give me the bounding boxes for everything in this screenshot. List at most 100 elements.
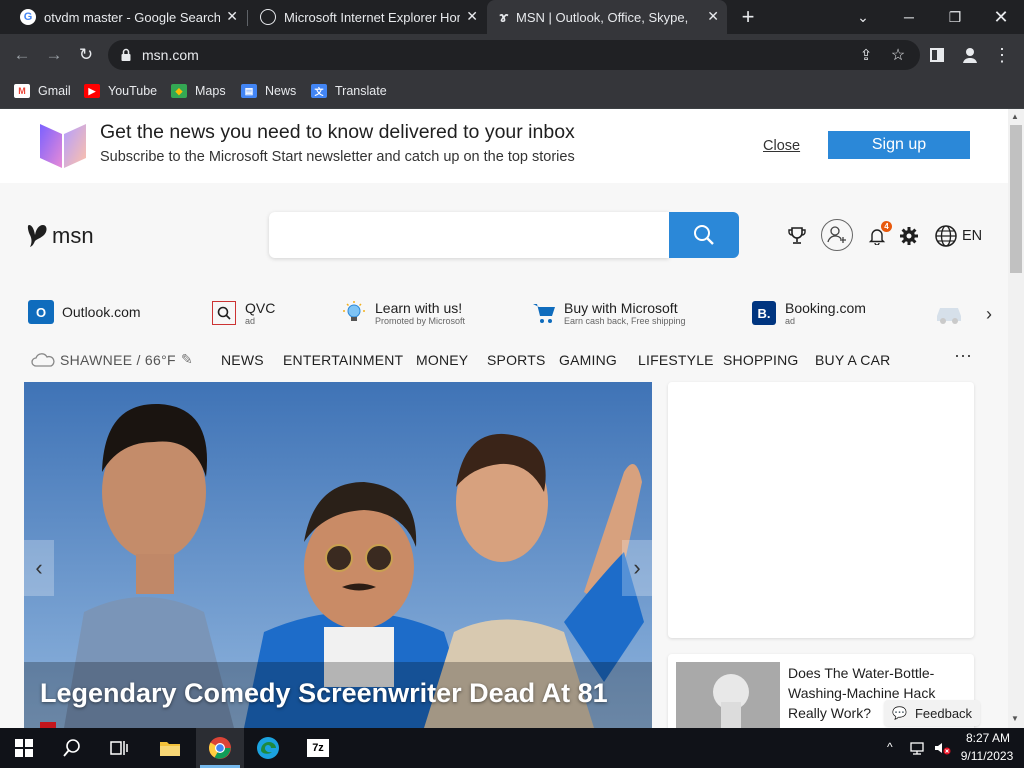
- tab-title: otvdm master - Google Search: [44, 9, 220, 25]
- tab-msn[interactable]: ɤ MSN | Outlook, Office, Skype, Bing ✕: [487, 0, 727, 34]
- share-icon[interactable]: ⇪: [852, 41, 880, 69]
- language-globe-icon[interactable]: [934, 224, 958, 248]
- file-explorer-button[interactable]: [146, 728, 194, 768]
- tab-google-search[interactable]: G otvdm master - Google Search ✕: [8, 0, 246, 34]
- nav-entertainment[interactable]: ENTERTAINMENT: [283, 352, 403, 368]
- more-dots-icon[interactable]: ···: [954, 345, 972, 366]
- ad-placeholder-card: [668, 382, 974, 638]
- 7zip-taskbar-button[interactable]: 7z: [294, 728, 342, 768]
- qvc-icon: [212, 301, 236, 325]
- quicklink-learn[interactable]: Learn with us! Promoted by Microsoft: [342, 300, 465, 326]
- edit-pencil-icon[interactable]: ✎: [181, 351, 193, 368]
- side-story-thumbnail: [676, 662, 780, 728]
- tab-title: MSN | Outlook, Office, Skype, Bing: [516, 9, 692, 25]
- quicklink-qvc[interactable]: QVC ad: [212, 300, 275, 326]
- quicklinks-next-arrow[interactable]: ›: [986, 304, 992, 325]
- settings-gear-icon[interactable]: [899, 226, 919, 246]
- feedback-button[interactable]: 💬 Feedback: [884, 700, 980, 726]
- nav-news[interactable]: NEWS: [221, 352, 264, 368]
- quicklink-text: Booking.com ad: [785, 300, 866, 326]
- youtube-icon: ▶: [84, 84, 100, 98]
- banner-subline: Subscribe to the Microsoft Start newslet…: [100, 149, 575, 165]
- banner-close-link[interactable]: Close: [763, 138, 800, 154]
- feedback-icon: 💬: [892, 706, 907, 720]
- msn-butterfly-icon: [26, 221, 50, 249]
- quicklink-buy-microsoft[interactable]: Buy with Microsoft Earn cash back, Free …: [532, 300, 686, 326]
- bookmark-star-icon[interactable]: ☆: [884, 41, 912, 69]
- gmail-icon: M: [14, 84, 30, 98]
- search-icon: [63, 739, 80, 757]
- edge-taskbar-button[interactable]: [244, 728, 292, 768]
- language-label[interactable]: EN: [962, 228, 982, 244]
- clock-time[interactable]: 8:27 AM: [958, 731, 1018, 745]
- reload-icon[interactable]: ↻: [72, 41, 100, 69]
- hero-story-card[interactable]: Legendary Comedy Screenwriter Dead At 81…: [24, 382, 652, 728]
- clock-date[interactable]: 9/11/2023: [954, 749, 1020, 763]
- lock-icon[interactable]: [120, 47, 132, 63]
- booking-icon: B.: [752, 301, 776, 325]
- bookmark-translate[interactable]: 文 Translate: [311, 82, 387, 100]
- scrollbar-thumb[interactable]: [1010, 125, 1022, 273]
- show-hidden-icons-icon[interactable]: ^: [887, 740, 893, 754]
- chrome-icon: [209, 737, 231, 759]
- task-view-button[interactable]: [96, 728, 144, 768]
- network-icon[interactable]: [910, 740, 928, 756]
- quicklink-text: Learn with us! Promoted by Microsoft: [375, 300, 465, 326]
- quicklink-booking[interactable]: B. Booking.com ad: [752, 300, 866, 326]
- quicklink-label: Buy with Microsoft: [564, 300, 678, 316]
- quicklink-sublabel: Promoted by Microsoft: [375, 316, 466, 326]
- microsoft-start-logo: [38, 118, 88, 170]
- account-icon[interactable]: [821, 219, 853, 251]
- close-tab-icon[interactable]: ✕: [226, 8, 238, 25]
- tab-search-icon[interactable]: ⌄: [840, 0, 886, 34]
- news-icon: ▤: [241, 84, 257, 98]
- nav-sports[interactable]: SPORTS: [487, 352, 546, 368]
- address-bar[interactable]: [108, 40, 920, 70]
- chrome-taskbar-button[interactable]: [196, 728, 244, 768]
- nav-buy-a-car[interactable]: BUY A CAR: [815, 352, 890, 368]
- close-tab-icon[interactable]: ✕: [707, 8, 719, 25]
- scroll-up-arrow[interactable]: ▲: [1011, 112, 1019, 121]
- menu-dots-icon[interactable]: ⋮: [988, 41, 1016, 69]
- bookmark-maps[interactable]: ◆ Maps: [171, 82, 226, 100]
- hero-headline[interactable]: Legendary Comedy Screenwriter Dead At 81: [40, 678, 608, 709]
- hero-prev-arrow[interactable]: ‹: [24, 540, 54, 596]
- quicklink-outlook[interactable]: O Outlook.com: [28, 300, 141, 324]
- signup-button[interactable]: Sign up: [828, 131, 970, 159]
- search-button[interactable]: [669, 212, 739, 258]
- bookmark-news[interactable]: ▤ News: [241, 82, 296, 100]
- url-text: msn.com: [142, 47, 199, 63]
- bookmark-youtube[interactable]: ▶ YouTube: [84, 82, 157, 100]
- minimize-icon[interactable]: ─: [886, 0, 932, 34]
- notification-badge: 4: [881, 221, 892, 232]
- restore-icon[interactable]: ❐: [932, 0, 978, 34]
- close-tab-icon[interactable]: ✕: [466, 8, 478, 25]
- nav-lifestyle[interactable]: LIFESTYLE: [638, 352, 714, 368]
- nav-money[interactable]: MONEY: [416, 352, 468, 368]
- side-panel-icon[interactable]: [930, 48, 944, 62]
- weather-location[interactable]: SHAWNEE / 66°F: [60, 352, 176, 368]
- nav-gaming[interactable]: GAMING: [559, 352, 617, 368]
- nav-shopping[interactable]: SHOPPING: [723, 352, 799, 368]
- translate-icon: 文: [311, 84, 327, 98]
- back-icon[interactable]: ←: [8, 41, 36, 69]
- bookmark-gmail[interactable]: M Gmail: [14, 82, 71, 100]
- tab-ie-home[interactable]: Microsoft Internet Explorer Home ✕: [248, 0, 486, 34]
- start-button[interactable]: [0, 728, 48, 768]
- car-icon[interactable]: [934, 300, 964, 326]
- new-tab-button[interactable]: +: [738, 4, 758, 30]
- folder-icon: [160, 742, 180, 756]
- volume-muted-icon[interactable]: [933, 740, 951, 756]
- scroll-down-arrow[interactable]: ▼: [1011, 714, 1019, 723]
- close-window-icon[interactable]: ✕: [978, 0, 1024, 34]
- search-taskbar-button[interactable]: [48, 728, 96, 768]
- quicklink-label: Learn with us!: [375, 300, 463, 316]
- msn-icon: ɤ: [499, 8, 509, 26]
- rewards-trophy-icon[interactable]: [786, 225, 808, 247]
- msn-logo-text[interactable]: msn: [52, 223, 94, 249]
- hero-next-arrow[interactable]: ›: [622, 540, 652, 596]
- feedback-label: Feedback: [914, 705, 973, 721]
- search-input[interactable]: [269, 212, 669, 258]
- profile-icon[interactable]: [960, 45, 980, 65]
- forward-icon[interactable]: →: [40, 41, 68, 69]
